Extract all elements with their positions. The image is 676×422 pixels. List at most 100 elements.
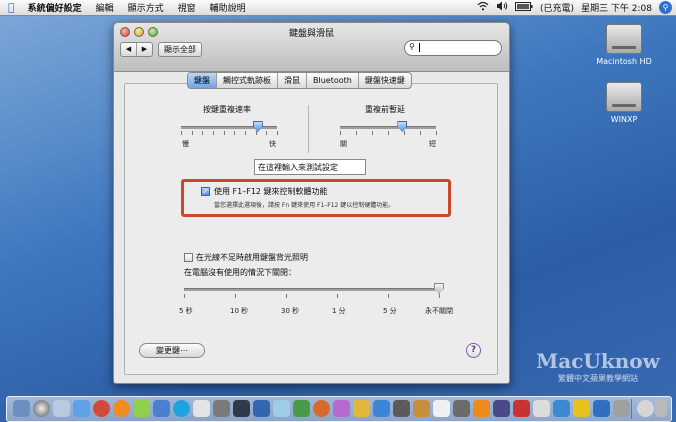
menu-clock[interactable]: 星期三 下午 2:08	[581, 1, 652, 14]
slider-tick	[245, 131, 246, 135]
key-repeat-title: 按鍵重複速率	[203, 105, 251, 114]
app2-icon[interactable]	[333, 400, 350, 417]
slider-tick	[372, 131, 373, 135]
app4-icon[interactable]	[373, 400, 390, 417]
slider-tick	[181, 131, 182, 135]
folder-icon[interactable]	[637, 400, 654, 417]
app5-icon[interactable]	[393, 400, 410, 417]
firefox-icon[interactable]	[113, 400, 130, 417]
powerpoint-icon[interactable]	[313, 400, 330, 417]
app13-icon[interactable]	[593, 400, 610, 417]
chat-icon[interactable]	[153, 400, 170, 417]
tab-bluetooth[interactable]: Bluetooth	[307, 73, 359, 88]
slider-tick	[255, 131, 257, 135]
backlight-checkbox[interactable]	[184, 253, 193, 262]
back-arrow-icon[interactable]: ◀	[121, 43, 136, 56]
desktop-icon-winxp[interactable]: WINXP	[589, 82, 659, 124]
help-icon[interactable]: ?	[466, 343, 481, 358]
mail-icon[interactable]	[53, 400, 70, 417]
system-preferences-icon[interactable]	[613, 400, 630, 417]
photo-icon[interactable]	[233, 400, 250, 417]
skype-icon[interactable]	[173, 400, 190, 417]
slider-tick	[202, 131, 204, 135]
app10-icon[interactable]	[533, 400, 550, 417]
tab-mouse[interactable]: 滑鼠	[278, 73, 307, 88]
turn-off-slider-track[interactable]	[184, 288, 439, 291]
app-icon[interactable]	[273, 400, 290, 417]
menu-view[interactable]: 顯示方式	[121, 1, 171, 14]
app7-icon[interactable]	[453, 400, 470, 417]
backlight-label[interactable]: 在光線不足時啟用鍵盤背光照明	[196, 252, 308, 263]
modifier-keys-button[interactable]: 變更鍵⋯	[139, 343, 205, 358]
delay-title: 重複前暫延	[365, 105, 405, 114]
menu-window[interactable]: 視窗	[171, 1, 203, 14]
volume-icon[interactable]	[496, 1, 508, 14]
desktop-icon-macintosh-hd[interactable]: Macintosh HD	[589, 24, 659, 66]
delay-max-label: 短	[429, 140, 436, 148]
wifi-icon[interactable]	[477, 1, 489, 14]
slider-tick	[340, 131, 341, 135]
tab-keyboard-shortcuts[interactable]: 鍵盤快速鍵	[359, 73, 411, 88]
battery-status: (已充電)	[540, 4, 575, 14]
app12-icon[interactable]	[573, 400, 590, 417]
test-input-text: 在這裡輸入來測試設定	[258, 163, 338, 172]
ichat-icon[interactable]	[193, 400, 210, 417]
delay-min-label: 關	[340, 140, 347, 148]
delay-slider-track[interactable]	[340, 126, 436, 129]
spotlight-icon[interactable]: ⚲	[659, 1, 672, 14]
back-forward-control: ◀ ▶	[120, 42, 153, 57]
watermark: MacUknow 繁體中文蘋果教學網站	[533, 349, 663, 391]
slider-tick	[436, 131, 437, 135]
app11-icon[interactable]	[553, 400, 570, 417]
app-menu[interactable]: 系統偏好設定	[21, 1, 89, 14]
app6-icon[interactable]	[413, 400, 430, 417]
fn-keys-checkbox[interactable]: ✓	[201, 187, 210, 196]
desktop-icon-label: Macintosh HD	[596, 57, 652, 66]
slider-tick	[213, 131, 214, 135]
slider-tick	[223, 131, 225, 135]
trash-icon[interactable]	[655, 400, 667, 417]
tab-trackpad[interactable]: 觸控式軌跡板	[217, 73, 278, 88]
preferences-window: 鍵盤與滑鼠 ◀ ▶ 顯示全部 ⚲ 鍵盤 觸控式軌跡板 滑鼠 Bluetooth …	[113, 22, 510, 384]
slider-tick	[420, 131, 421, 135]
window-title: 鍵盤與滑鼠	[288, 29, 334, 39]
window-toolbar: 鍵盤與滑鼠 ◀ ▶ 顯示全部 ⚲	[114, 23, 509, 72]
turn-off-ticks	[184, 294, 440, 299]
slider-tick	[234, 131, 236, 135]
turn-off-tick-label: 10 秒	[230, 307, 249, 315]
apple-menu-icon[interactable]: 	[0, 1, 21, 14]
calendar-icon[interactable]	[433, 400, 450, 417]
app9-icon[interactable]	[513, 400, 530, 417]
slider-tick	[337, 294, 338, 298]
app8-icon[interactable]	[493, 400, 510, 417]
slider-tick	[277, 131, 278, 135]
word-icon[interactable]	[253, 400, 270, 417]
vlc-icon[interactable]	[473, 400, 490, 417]
adium-icon[interactable]	[133, 400, 150, 417]
tab-keyboard[interactable]: 鍵盤	[188, 73, 217, 88]
hard-drive-icon	[606, 24, 642, 54]
menu-help[interactable]: 輔助說明	[203, 1, 253, 14]
slider-tick	[191, 131, 193, 135]
turn-off-tick-label: 1 分	[332, 307, 346, 315]
safari-icon[interactable]	[73, 400, 90, 417]
show-all-button[interactable]: 顯示全部	[158, 42, 202, 57]
search-field[interactable]: ⚲	[404, 40, 502, 56]
test-input[interactable]: 在這裡輸入來測試設定	[254, 159, 366, 175]
finder-icon[interactable]	[13, 400, 30, 417]
excel-icon[interactable]	[293, 400, 310, 417]
turn-off-tick-label: 永不關閉	[425, 307, 453, 315]
terminal-icon[interactable]	[213, 400, 230, 417]
slider-tick	[404, 131, 405, 135]
app3-icon[interactable]	[353, 400, 370, 417]
battery-icon[interactable]	[515, 1, 533, 14]
dashboard-icon[interactable]	[33, 400, 50, 417]
forward-arrow-icon[interactable]: ▶	[136, 43, 152, 56]
watermark-title: MacUknow	[536, 349, 660, 373]
menu-edit[interactable]: 編輯	[89, 1, 121, 14]
text-cursor	[419, 43, 420, 52]
itunes-icon[interactable]	[93, 400, 110, 417]
slider-tick	[286, 294, 287, 298]
fn-keys-label[interactable]: 使用 F1–F12 鍵來控制軟體功能	[214, 186, 328, 197]
hard-drive-icon	[606, 82, 642, 112]
